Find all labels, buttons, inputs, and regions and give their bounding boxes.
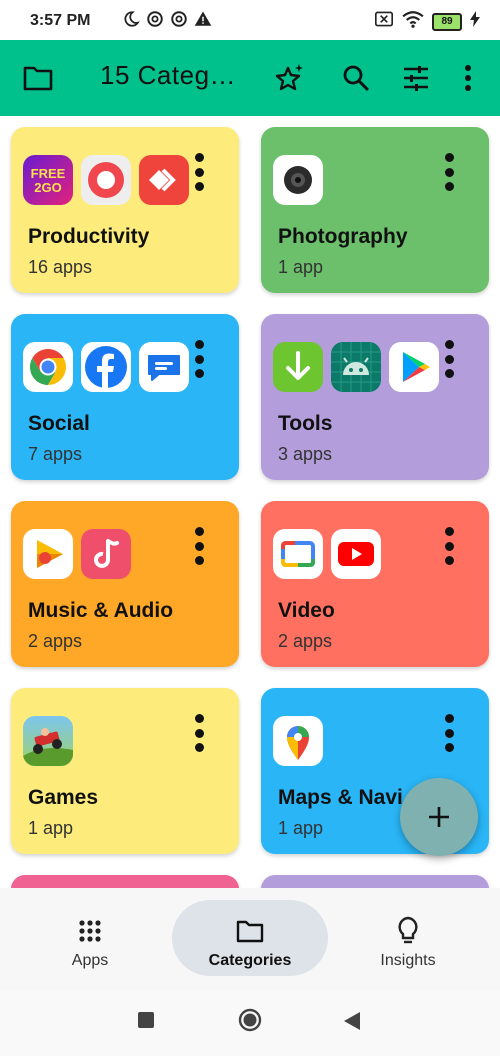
- category-card-partial[interactable]: [261, 875, 489, 888]
- charging-icon: [470, 11, 480, 32]
- hill-climb-icon: [23, 716, 73, 766]
- nav-label: Apps: [71, 952, 109, 969]
- status-time: 3:57 PM: [30, 12, 91, 29]
- nav-item-categories[interactable]: Categories: [170, 888, 330, 990]
- nav-item-insights[interactable]: Insights: [328, 888, 488, 990]
- play-store-icon: [389, 342, 439, 392]
- chrome-icon: [23, 342, 73, 392]
- category-name: Productivity: [28, 225, 150, 248]
- more-vert-icon[interactable]: [443, 527, 455, 565]
- category-count: 2 apps: [28, 631, 83, 651]
- category-card-music-audio[interactable]: Music & Audio 2 apps: [11, 501, 239, 667]
- nav-label: Categories: [208, 952, 292, 969]
- more-vert-icon[interactable]: [443, 340, 455, 378]
- screen-close-icon: [374, 10, 394, 33]
- youtube-icon: [331, 529, 381, 579]
- data-saver-icon: [146, 10, 164, 33]
- more-vert-icon[interactable]: [193, 153, 205, 191]
- moon-icon: [122, 10, 140, 33]
- screen-recorder-icon: [81, 155, 131, 205]
- apps-grid-icon: [75, 916, 105, 946]
- maps-icon: [273, 716, 323, 766]
- more-vert-icon[interactable]: [193, 714, 205, 752]
- category-card-partial[interactable]: [11, 875, 239, 888]
- page-title: 15 Categ…: [100, 60, 237, 90]
- folder-icon[interactable]: [22, 62, 54, 94]
- category-count: 1 app: [28, 818, 74, 838]
- status-bar: 3:57 PM 89: [0, 0, 500, 40]
- app-bar: 15 Categ…: [0, 40, 500, 116]
- more-vert-icon[interactable]: [443, 153, 455, 191]
- category-name: Music & Audio: [28, 599, 174, 622]
- more-vert-icon[interactable]: [452, 62, 484, 94]
- category-card-tools[interactable]: Tools 3 apps: [261, 314, 489, 480]
- system-navigation-bar: [0, 990, 500, 1056]
- more-vert-icon[interactable]: [443, 714, 455, 752]
- more-vert-icon[interactable]: [193, 527, 205, 565]
- search-icon[interactable]: [340, 62, 372, 94]
- wifi-icon: [402, 10, 424, 33]
- plus-icon: [429, 807, 449, 827]
- category-card-games[interactable]: Games 1 app: [11, 688, 239, 854]
- camera-icon: [273, 155, 323, 205]
- category-grid: FREE 2GO Productivity 16 apps Photography…: [0, 116, 500, 888]
- category-count: 2 apps: [278, 631, 333, 651]
- category-name: Tools: [278, 412, 333, 435]
- back-icon[interactable]: [344, 1012, 360, 1030]
- podcasts-icon: [23, 529, 73, 579]
- category-card-video[interactable]: Video 2 apps: [261, 501, 489, 667]
- bottom-navigation: Apps Categories Insights: [0, 888, 500, 990]
- music-icon: [81, 529, 131, 579]
- anydesk-icon: [139, 155, 189, 205]
- battery-indicator: 89: [432, 12, 462, 31]
- category-card-photography[interactable]: Photography 1 app: [261, 127, 489, 293]
- category-count: 1 app: [278, 257, 324, 277]
- tv-icon: [273, 529, 323, 579]
- data-saver-icon: [170, 10, 188, 33]
- free2go-icon: FREE 2GO: [23, 155, 73, 205]
- category-name: Video: [278, 599, 335, 622]
- downloader-icon: [273, 342, 323, 392]
- category-count: 7 apps: [28, 444, 83, 464]
- android-icon: [331, 342, 381, 392]
- category-count: 3 apps: [278, 444, 333, 464]
- home-icon[interactable]: [238, 1008, 262, 1032]
- nav-item-apps[interactable]: Apps: [10, 888, 170, 990]
- folder-icon: [235, 916, 265, 946]
- messages-icon: [139, 342, 189, 392]
- lightbulb-icon: [393, 916, 423, 946]
- svg-text:2GO: 2GO: [34, 180, 61, 195]
- facebook-icon: [81, 342, 131, 392]
- category-name: Social: [28, 412, 90, 435]
- category-card-social[interactable]: Social 7 apps: [11, 314, 239, 480]
- category-card-productivity[interactable]: FREE 2GO Productivity 16 apps: [11, 127, 239, 293]
- recents-icon[interactable]: [138, 1012, 154, 1028]
- warning-icon: [194, 10, 212, 33]
- nav-label: Insights: [380, 952, 436, 969]
- category-count: 16 apps: [28, 257, 93, 277]
- category-name: Games: [28, 786, 99, 809]
- category-name: Maps & Navi: [278, 786, 403, 809]
- category-name: Photography: [278, 225, 408, 248]
- category-count: 1 app: [278, 818, 324, 838]
- star-sparkle-icon[interactable]: [274, 62, 306, 94]
- tune-icon[interactable]: [400, 62, 432, 94]
- add-category-button[interactable]: [400, 778, 478, 856]
- more-vert-icon[interactable]: [193, 340, 205, 378]
- svg-text:FREE: FREE: [31, 166, 66, 181]
